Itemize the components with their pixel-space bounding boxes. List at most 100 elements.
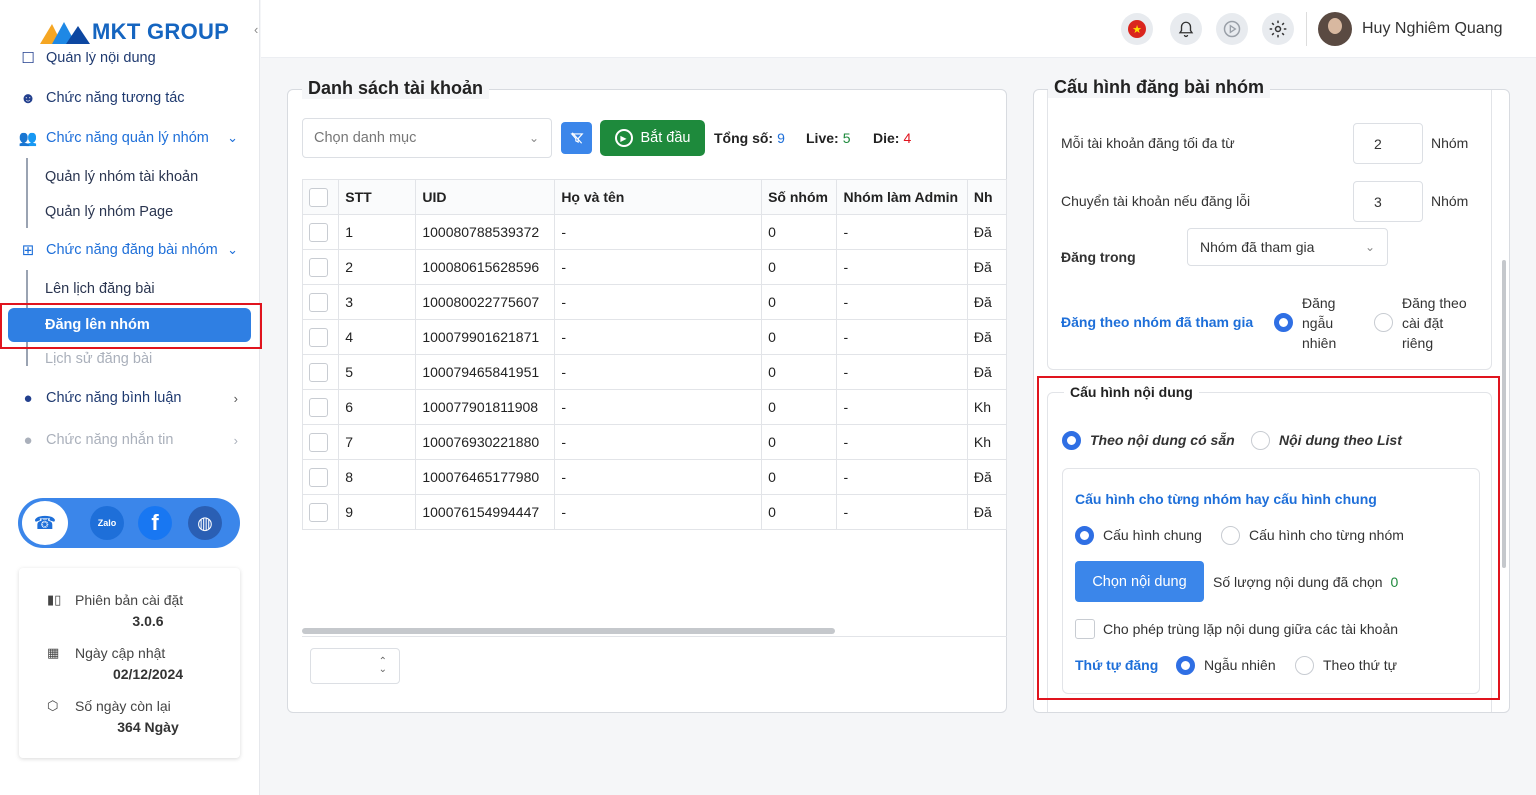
posting-settings-box: Mỗi tài khoản đăng tối đa từ 2 Nhóm Chuy… [1047, 90, 1492, 370]
row-checkbox-cell[interactable] [302, 494, 340, 530]
page-size-select[interactable]: ⌃ ⌄ [310, 648, 400, 684]
row-checkbox[interactable] [309, 432, 328, 452]
row-checkbox[interactable] [309, 257, 328, 277]
pager-divider [302, 636, 1007, 637]
row-checkbox-cell[interactable] [302, 354, 340, 390]
user-name[interactable]: Huy Nghiêm Quang [1362, 20, 1503, 38]
select-all-checkbox[interactable] [309, 187, 328, 207]
table-cell: 100076465177980 [415, 459, 556, 495]
table-cell: - [836, 319, 968, 355]
top-header: ★ Huy Nghiêm Quang [261, 0, 1536, 58]
horizontal-scrollbar[interactable] [302, 628, 835, 634]
row-checkbox-cell[interactable] [302, 389, 340, 425]
chevron-right-icon: › [233, 432, 238, 448]
facebook-icon[interactable]: f [138, 506, 172, 540]
sidebar-sub-account-groups[interactable]: Quản lý nhóm tài khoản [45, 166, 198, 188]
row-checkbox-cell[interactable] [302, 424, 340, 460]
table-cell: Kh [966, 424, 1007, 460]
row-checkbox-cell[interactable] [302, 249, 340, 285]
collapse-sidebar-icon[interactable]: ‹ [254, 22, 258, 37]
sidebar-item-comment[interactable]: ● Chức năng bình luận › [18, 386, 244, 410]
sidebar-item-group-manage[interactable]: 👥 Chức năng quản lý nhóm ⌄ [18, 126, 244, 150]
sidebar-sub-schedule[interactable]: Lên lịch đăng bài [45, 278, 155, 300]
settings-button[interactable] [1262, 13, 1294, 45]
column-header[interactable]: Nhóm làm Admin [836, 179, 968, 215]
sidebar-item-group-post[interactable]: ⊞ Chức năng đăng bài nhóm ⌄ [18, 238, 244, 262]
table-row[interactable]: 7 100076930221880-0- Kh [302, 424, 1007, 460]
highlight-box [0, 303, 262, 349]
sidebar-item-content[interactable]: ☐ Quản lý nội dung [18, 52, 244, 70]
notification-button[interactable] [1170, 13, 1202, 45]
column-header[interactable]: STT [338, 179, 417, 215]
row-checkbox-cell[interactable] [302, 459, 340, 495]
table-cell: - [554, 354, 763, 390]
stat-live: Live: 5 [806, 130, 851, 146]
row-checkbox-cell[interactable] [302, 214, 340, 250]
play-video-button[interactable] [1216, 13, 1248, 45]
license-info-card: ▮▯ Phiên bản cài đặt 3.0.6 ▦ Ngày cập nhật… [19, 568, 240, 758]
table-cell: Đă [966, 494, 1007, 530]
table-cell: - [554, 459, 763, 495]
table-row[interactable]: 6 100077901811908-0- Kh [302, 389, 1007, 425]
vertical-scrollbar[interactable] [1502, 260, 1506, 568]
switch-on-error-input[interactable]: 3 [1353, 181, 1423, 222]
table-cell: 0 [761, 214, 838, 250]
column-header[interactable]: Họ và tên [554, 179, 763, 215]
info-version: ▮▯ Phiên bản cài đặt 3.0.6 [47, 592, 184, 629]
globe-icon[interactable]: ◍ [188, 506, 222, 540]
table-cell: Đă [966, 459, 1007, 495]
row-checkbox[interactable] [309, 397, 328, 417]
table-cell: 8 [338, 459, 417, 495]
unit-label: Nhóm [1431, 193, 1469, 209]
select-all-cell[interactable] [302, 179, 340, 215]
custom-post-radio[interactable] [1374, 313, 1393, 332]
table-cell: 0 [761, 284, 838, 320]
column-header[interactable]: Nh [966, 179, 1007, 215]
row-checkbox-cell[interactable] [302, 284, 340, 320]
table-cell: 100080022775607 [415, 284, 556, 320]
chevron-down-icon: ⌄ [227, 130, 238, 145]
row-checkbox[interactable] [309, 222, 328, 242]
box-icon: ⬡ [47, 698, 59, 713]
avatar[interactable] [1318, 12, 1352, 46]
start-button[interactable]: ▶ Bắt đầu [600, 120, 705, 156]
updown-icon: ⌃ ⌄ [378, 656, 387, 675]
support-icon[interactable]: ☎ [22, 501, 68, 545]
sidebar-sub-page-groups[interactable]: Quản lý nhóm Page [45, 201, 173, 223]
zalo-icon[interactable]: Zalo [90, 506, 124, 540]
row-checkbox-cell[interactable] [302, 319, 340, 355]
column-header[interactable]: Số nhóm [761, 179, 838, 215]
table-row[interactable]: 4 100079901621871-0- Đă [302, 319, 1007, 355]
table-row[interactable]: 5 100079465841951-0- Đă [302, 354, 1007, 390]
brand-logo[interactable]: MKT GROUP [38, 14, 229, 50]
row-checkbox[interactable] [309, 362, 328, 382]
table-cell: 100080615628596 [415, 249, 556, 285]
table-row[interactable]: 9 100076154994447-0- Đă [302, 494, 1007, 530]
smile-icon: ☻ [20, 89, 36, 107]
table-row[interactable]: 8 100076465177980-0- Đă [302, 459, 1007, 495]
info-update: ▦ Ngày cập nhật 02/12/2024 [47, 645, 184, 682]
table-cell: - [836, 389, 968, 425]
table-cell: 0 [761, 354, 838, 390]
sidebar-item-interaction[interactable]: ☻ Chức năng tương tác [18, 86, 244, 110]
table-row[interactable]: 2 100080615628596-0- Đă [302, 249, 1007, 285]
max-per-account-input[interactable]: 2 [1353, 123, 1423, 164]
random-post-radio[interactable] [1274, 313, 1293, 332]
stat-die: Die: 4 [873, 130, 912, 146]
row-checkbox[interactable] [309, 327, 328, 347]
row-checkbox[interactable] [309, 467, 328, 487]
calendar-icon: ▦ [47, 645, 60, 660]
post-in-select[interactable]: Nhóm đã tham gia ⌄ [1187, 228, 1388, 266]
table-row[interactable]: 3 100080022775607-0- Đă [302, 284, 1007, 320]
row-checkbox[interactable] [309, 292, 328, 312]
category-select[interactable]: Chọn danh mục ⌄ [302, 118, 552, 158]
table-cell: 0 [761, 459, 838, 495]
column-header[interactable]: UID [415, 179, 556, 215]
table-cell: 100079901621871 [415, 319, 556, 355]
table-row[interactable]: 1 100080788539372-0- Đă [302, 214, 1007, 250]
row-checkbox[interactable] [309, 502, 328, 522]
language-flag-button[interactable]: ★ [1121, 13, 1153, 45]
sidebar-item-message[interactable]: ● Chức năng nhắn tin › [18, 428, 244, 452]
clear-filter-button[interactable] [561, 122, 592, 154]
sidebar-sub-post-history[interactable]: Lịch sử đăng bài [45, 348, 152, 370]
